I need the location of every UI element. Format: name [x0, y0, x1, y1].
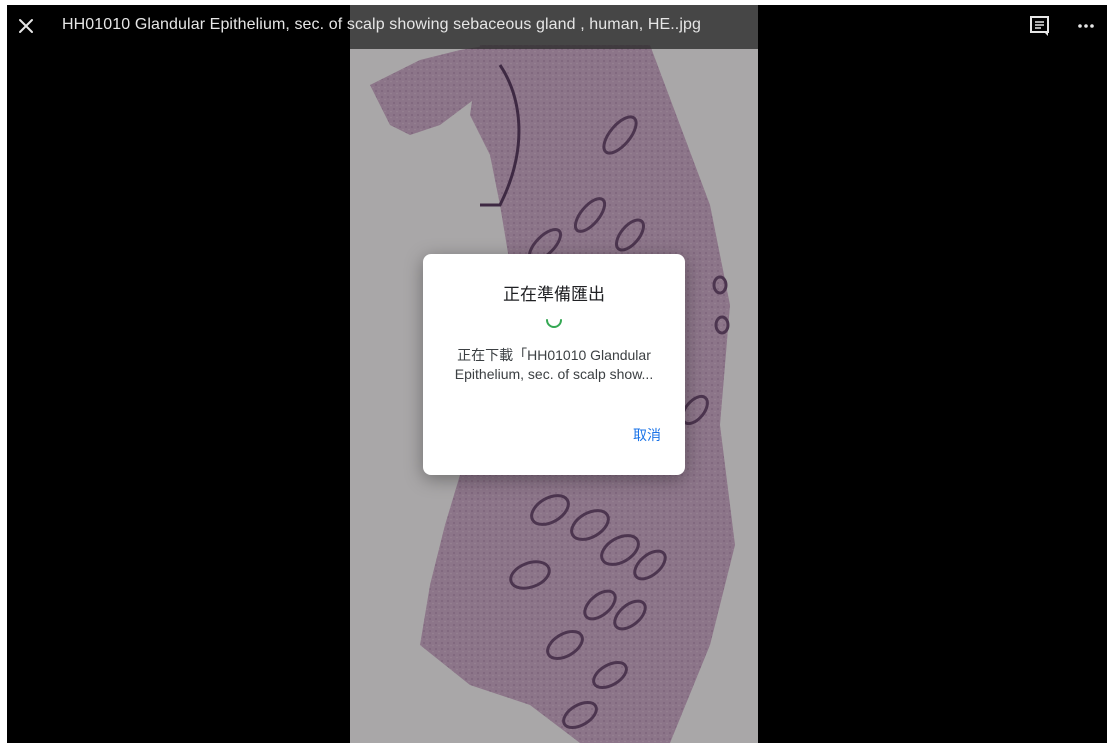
- image-viewer: HH01010 Glandular Epithelium, sec. of sc…: [7, 5, 1107, 743]
- dialog-title: 正在準備匯出: [503, 285, 605, 304]
- dialog-message-line2: Epithelium, sec. of scalp show...: [454, 366, 654, 382]
- more-options-button[interactable]: [1073, 13, 1099, 39]
- cancel-button[interactable]: 取消: [627, 421, 667, 449]
- export-progress-dialog: 正在準備匯出 正在下載「HH01010 Glandular Epithelium…: [423, 254, 685, 475]
- loading-spinner-icon: [542, 309, 566, 333]
- more-horizontal-icon: [1078, 24, 1094, 28]
- comment-button[interactable]: [1027, 13, 1053, 39]
- close-icon: [19, 19, 33, 33]
- viewer-topbar: HH01010 Glandular Epithelium, sec. of sc…: [7, 5, 1107, 49]
- close-button[interactable]: [11, 11, 41, 41]
- dialog-message-line1: 正在下載「HH01010 Glandular: [457, 347, 651, 363]
- dialog-message: 正在下載「HH01010 Glandular Epithelium, sec. …: [443, 346, 665, 384]
- comment-icon: [1030, 16, 1049, 36]
- file-title: HH01010 Glandular Epithelium, sec. of sc…: [62, 16, 701, 33]
